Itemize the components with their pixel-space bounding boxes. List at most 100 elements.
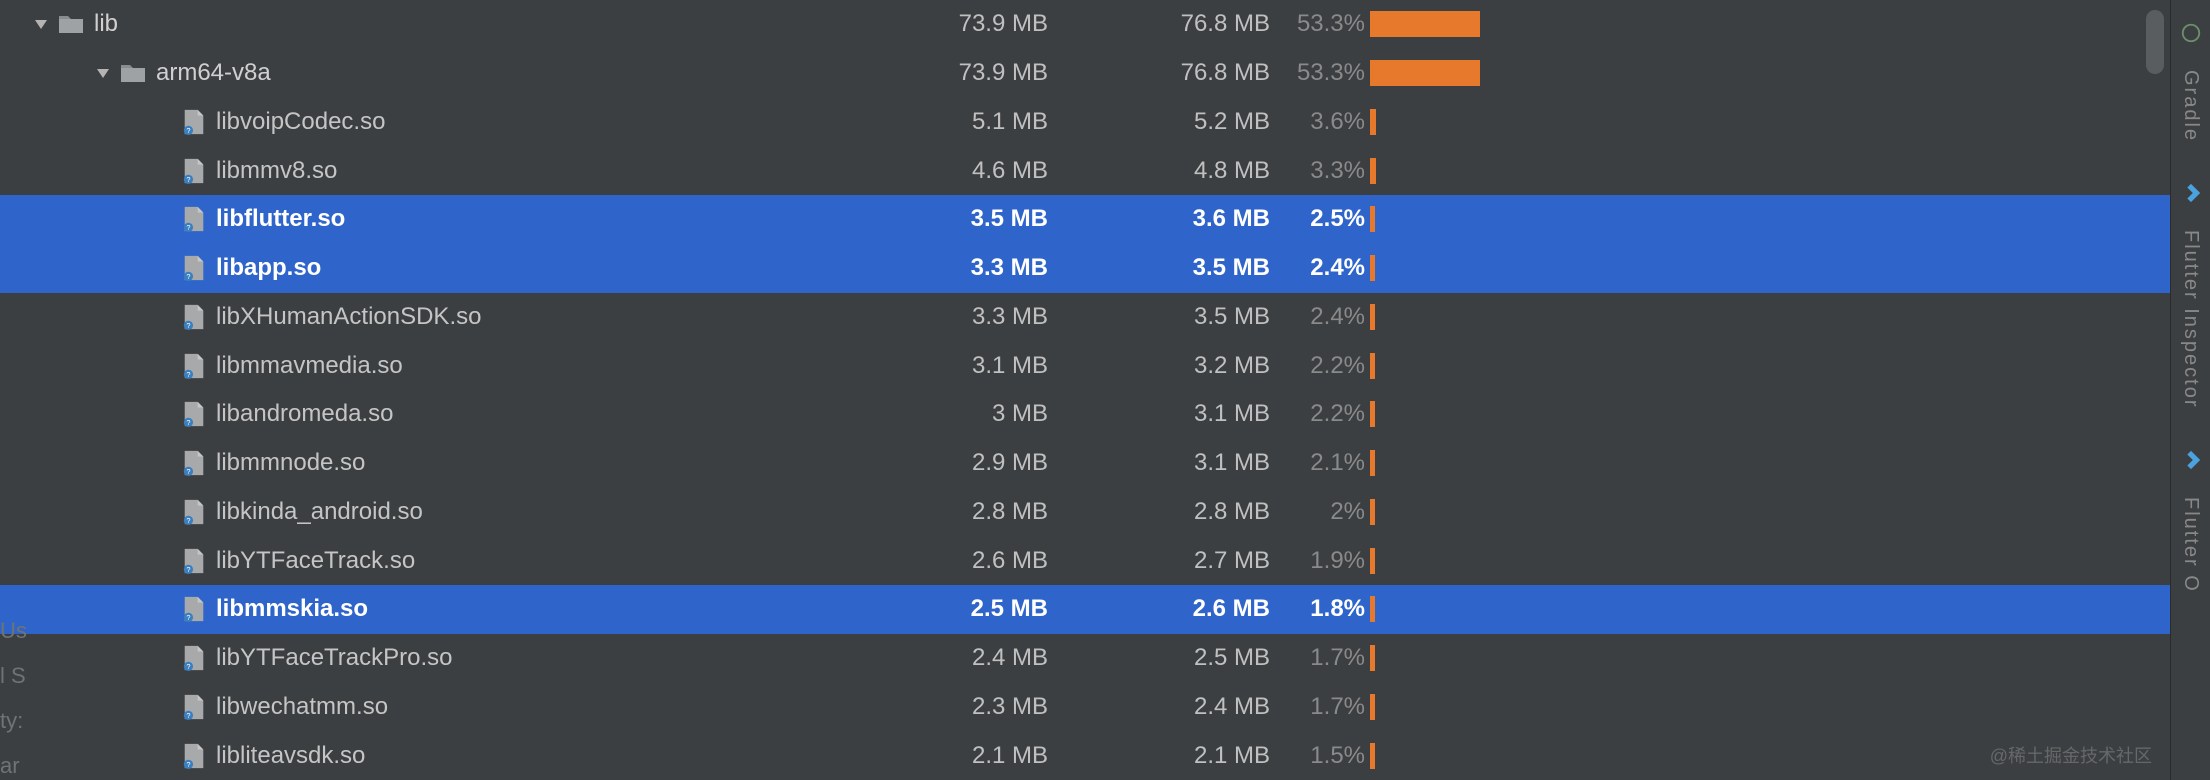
table-row[interactable]: ?libapp.so3.3 MB3.5 MB2.4%	[0, 244, 2170, 293]
file-name: libandromeda.so	[216, 400, 393, 428]
raw-size: 3 MB	[878, 400, 1048, 428]
size-bar	[1370, 595, 1480, 623]
file-icon: ?	[182, 401, 206, 427]
file-name: libflutter.so	[216, 205, 345, 233]
table-row[interactable]: ?libflutter.so3.5 MB3.6 MB2.5%	[0, 195, 2170, 244]
file-name: libapp.so	[216, 254, 321, 282]
percent: 2.2%	[1275, 352, 1365, 380]
file-icon: ?	[182, 353, 206, 379]
raw-size: 2.6 MB	[878, 547, 1048, 575]
percent: 2.2%	[1275, 400, 1365, 428]
table-row[interactable]: ?libXHumanActionSDK.so3.3 MB3.5 MB2.4%	[0, 293, 2170, 342]
raw-size: 2.4 MB	[878, 644, 1048, 672]
table-row[interactable]: ?libkinda_android.so2.8 MB2.8 MB2%	[0, 488, 2170, 537]
svg-text:?: ?	[186, 126, 190, 135]
svg-text:?: ?	[186, 224, 190, 233]
percent: 53.3%	[1275, 59, 1365, 87]
table-row[interactable]: ?libwechatmm.so2.3 MB2.4 MB1.7%	[0, 683, 2170, 732]
file-icon: ?	[182, 548, 206, 574]
svg-text:?: ?	[186, 565, 190, 574]
table-row[interactable]: ?libmmnode.so2.9 MB3.1 MB2.1%	[0, 439, 2170, 488]
side-label-flutter-outline[interactable]: Flutter O	[2179, 497, 2202, 593]
file-name: libliteavsdk.so	[216, 742, 365, 770]
percent: 2.4%	[1275, 303, 1365, 331]
side-label-gradle[interactable]: Gradle	[2179, 70, 2202, 142]
raw-size: 2.3 MB	[878, 693, 1048, 721]
raw-size: 5.1 MB	[878, 108, 1048, 136]
size-bar	[1370, 108, 1480, 136]
download-size: 3.1 MB	[1100, 400, 1270, 428]
size-bar	[1370, 205, 1480, 233]
percent: 1.9%	[1275, 547, 1365, 575]
file-icon: ?	[182, 596, 206, 622]
svg-text:?: ?	[186, 419, 190, 428]
raw-size: 3.1 MB	[878, 352, 1048, 380]
percent: 53.3%	[1275, 10, 1365, 38]
percent: 2.1%	[1275, 449, 1365, 477]
percent: 2.5%	[1275, 205, 1365, 233]
table-row[interactable]: ? libmmavmedia.so 3.1 MB 3.2 MB2.2%	[0, 341, 2170, 390]
percent: 1.7%	[1275, 644, 1365, 672]
download-size: 76.8 MB	[1100, 59, 1270, 87]
file-name: libmmskia.so	[216, 595, 368, 623]
table-row[interactable]: ?libYTFaceTrack.so2.6 MB2.7 MB1.9%	[0, 536, 2170, 585]
size-bar	[1370, 498, 1480, 526]
table-row[interactable]: ?libmmv8.so4.6 MB4.8 MB3.3%	[0, 146, 2170, 195]
file-name: libXHumanActionSDK.so	[216, 303, 481, 331]
file-icon: ?	[182, 450, 206, 476]
folder-icon	[120, 62, 146, 84]
table-row[interactable]: ? libandromeda.so 3 MB 3.1 MB2.2%	[0, 390, 2170, 439]
scrollbar-thumb[interactable]	[2146, 10, 2164, 74]
size-bar	[1370, 449, 1480, 477]
file-icon: ?	[182, 499, 206, 525]
file-name: libwechatmm.so	[216, 693, 388, 721]
flutter-icon[interactable]	[2180, 182, 2202, 204]
file-icon: ?	[182, 694, 206, 720]
file-name: libmmavmedia.so	[216, 352, 403, 380]
side-label-flutter-inspector[interactable]: Flutter Inspector	[2179, 230, 2202, 409]
download-size: 2.1 MB	[1100, 742, 1270, 770]
raw-size: 3.5 MB	[878, 205, 1048, 233]
file-name: libYTFaceTrack.so	[216, 547, 415, 575]
size-bar	[1370, 644, 1480, 672]
svg-text:?: ?	[186, 760, 190, 769]
svg-text:?: ?	[186, 614, 190, 623]
file-icon: ?	[182, 255, 206, 281]
download-size: 2.5 MB	[1100, 644, 1270, 672]
gradle-icon[interactable]	[2180, 22, 2202, 44]
percent: 1.5%	[1275, 742, 1365, 770]
table-row[interactable]: ?libYTFaceTrackPro.so2.4 MB2.5 MB1.7%	[0, 634, 2170, 683]
expand-arrow-icon[interactable]	[92, 65, 120, 81]
size-bar	[1370, 352, 1480, 380]
table-row[interactable]: lib73.9 MB76.8 MB53.3%	[0, 0, 2170, 49]
svg-text:?: ?	[186, 662, 190, 671]
size-bar	[1370, 303, 1480, 331]
table-row[interactable]: ?libmmskia.so2.5 MB2.6 MB1.8%	[0, 585, 2170, 634]
raw-size: 2.1 MB	[878, 742, 1048, 770]
download-size: 3.5 MB	[1100, 254, 1270, 282]
flutter-outline-icon[interactable]	[2180, 449, 2202, 471]
file-icon: ?	[182, 645, 206, 671]
percent: 2%	[1275, 498, 1365, 526]
download-size: 2.4 MB	[1100, 693, 1270, 721]
table-row[interactable]: ?libvoipCodec.so5.1 MB5.2 MB3.6%	[0, 98, 2170, 147]
download-size: 2.8 MB	[1100, 498, 1270, 526]
size-bar	[1370, 10, 1480, 38]
file-icon: ?	[182, 109, 206, 135]
download-size: 3.1 MB	[1100, 449, 1270, 477]
size-bar	[1370, 157, 1480, 185]
percent: 2.4%	[1275, 254, 1365, 282]
file-name: libvoipCodec.so	[216, 108, 385, 136]
file-icon: ?	[182, 206, 206, 232]
size-bar	[1370, 547, 1480, 575]
raw-size: 3.3 MB	[878, 303, 1048, 331]
table-row[interactable]: ?libliteavsdk.so2.1 MB2.1 MB1.5%	[0, 731, 2170, 780]
file-name: libkinda_android.so	[216, 498, 423, 526]
download-size: 2.6 MB	[1100, 595, 1270, 623]
table-row[interactable]: arm64-v8a73.9 MB76.8 MB53.3%	[0, 49, 2170, 98]
download-size: 3.2 MB	[1100, 352, 1270, 380]
file-name: lib	[94, 10, 118, 38]
file-icon: ?	[182, 743, 206, 769]
expand-arrow-icon[interactable]	[30, 16, 58, 32]
file-tree[interactable]: lib73.9 MB76.8 MB53.3%arm64-v8a73.9 MB76…	[0, 0, 2170, 780]
